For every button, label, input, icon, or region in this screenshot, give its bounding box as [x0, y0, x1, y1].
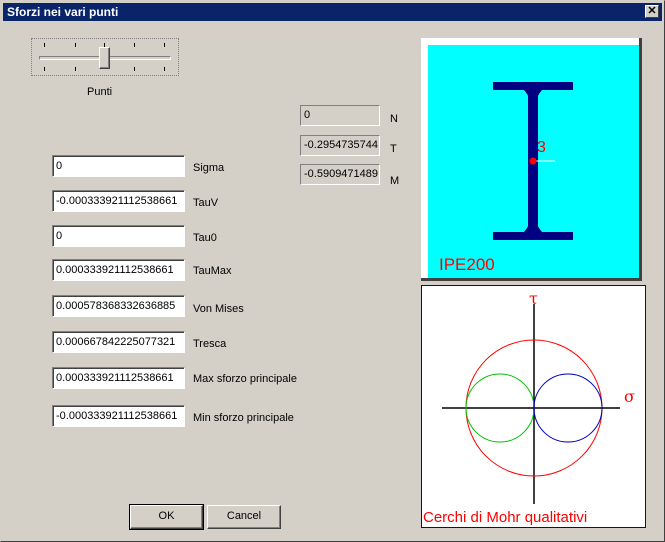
tresca-label: Tresca: [193, 338, 227, 350]
slider-tick: [164, 67, 165, 71]
title-bar: Sforzi nei vari punti ✕: [3, 3, 662, 21]
section-view: 3 IPE200: [421, 38, 642, 281]
sigma-label: σ: [624, 387, 635, 406]
sigma-field[interactable]: 0: [52, 155, 185, 177]
mohr-caption: Cerchi di Mohr qualitativi: [423, 509, 587, 526]
point-marker[interactable]: [529, 157, 537, 165]
slider-tick: [44, 43, 45, 47]
tau-label: τ: [529, 289, 538, 308]
cancel-button[interactable]: Cancel: [207, 505, 281, 529]
section-name: IPE200: [439, 255, 495, 274]
tau0-field[interactable]: 0: [52, 225, 185, 247]
min-principal-field[interactable]: -0.000333921112538661: [52, 405, 185, 427]
slider-tick: [75, 43, 76, 47]
slider-thumb[interactable]: [99, 47, 110, 69]
tauv-field[interactable]: -0.000333921112538661: [52, 190, 185, 212]
m-label: M: [390, 175, 400, 187]
taumax-field[interactable]: 0.000333921112538661: [52, 259, 185, 281]
slider-tick: [134, 43, 135, 47]
slider-tick: [44, 67, 45, 71]
tau0-label: Tau0: [193, 232, 217, 244]
t-readout: -0.2954735744: [300, 135, 380, 156]
slider-tick: [75, 67, 76, 71]
point-number: 3: [537, 139, 546, 156]
mohr-panel: τ σ Cerchi di Mohr qualitativi: [421, 285, 646, 528]
mohr-canvas: τ σ Cerchi di Mohr qualitativi: [423, 289, 635, 526]
slider-tick: [134, 67, 135, 71]
slider-label: Punti: [87, 86, 113, 98]
vonmises-field[interactable]: 0.000578368332636885: [52, 295, 185, 317]
tauv-label: TauV: [193, 197, 219, 209]
max-principal-label: Max sforzo principale: [193, 373, 297, 385]
tresca-field[interactable]: 0.000667842225077321: [52, 331, 185, 353]
vonmises-label: Von Mises: [193, 303, 244, 315]
section-canvas: 3 IPE200: [421, 38, 642, 281]
n-label: N: [390, 113, 398, 125]
n-readout: 0: [300, 105, 380, 126]
min-principal-label: Min sforzo principale: [193, 412, 294, 424]
t-label: T: [390, 143, 397, 155]
close-button[interactable]: ✕: [645, 5, 659, 18]
sigma-label: Sigma: [193, 162, 225, 174]
dialog-window: Sforzi nei vari punti ✕ Punti 0 N -0.295…: [0, 0, 665, 542]
window-title: Sforzi nei vari punti: [7, 5, 119, 19]
max-principal-field[interactable]: 0.000333921112538661: [52, 367, 185, 389]
slider-tick: [164, 43, 165, 47]
m-readout: -0.5909471489: [300, 164, 380, 185]
taumax-label: TauMax: [193, 265, 232, 277]
ok-button[interactable]: OK: [129, 504, 204, 530]
